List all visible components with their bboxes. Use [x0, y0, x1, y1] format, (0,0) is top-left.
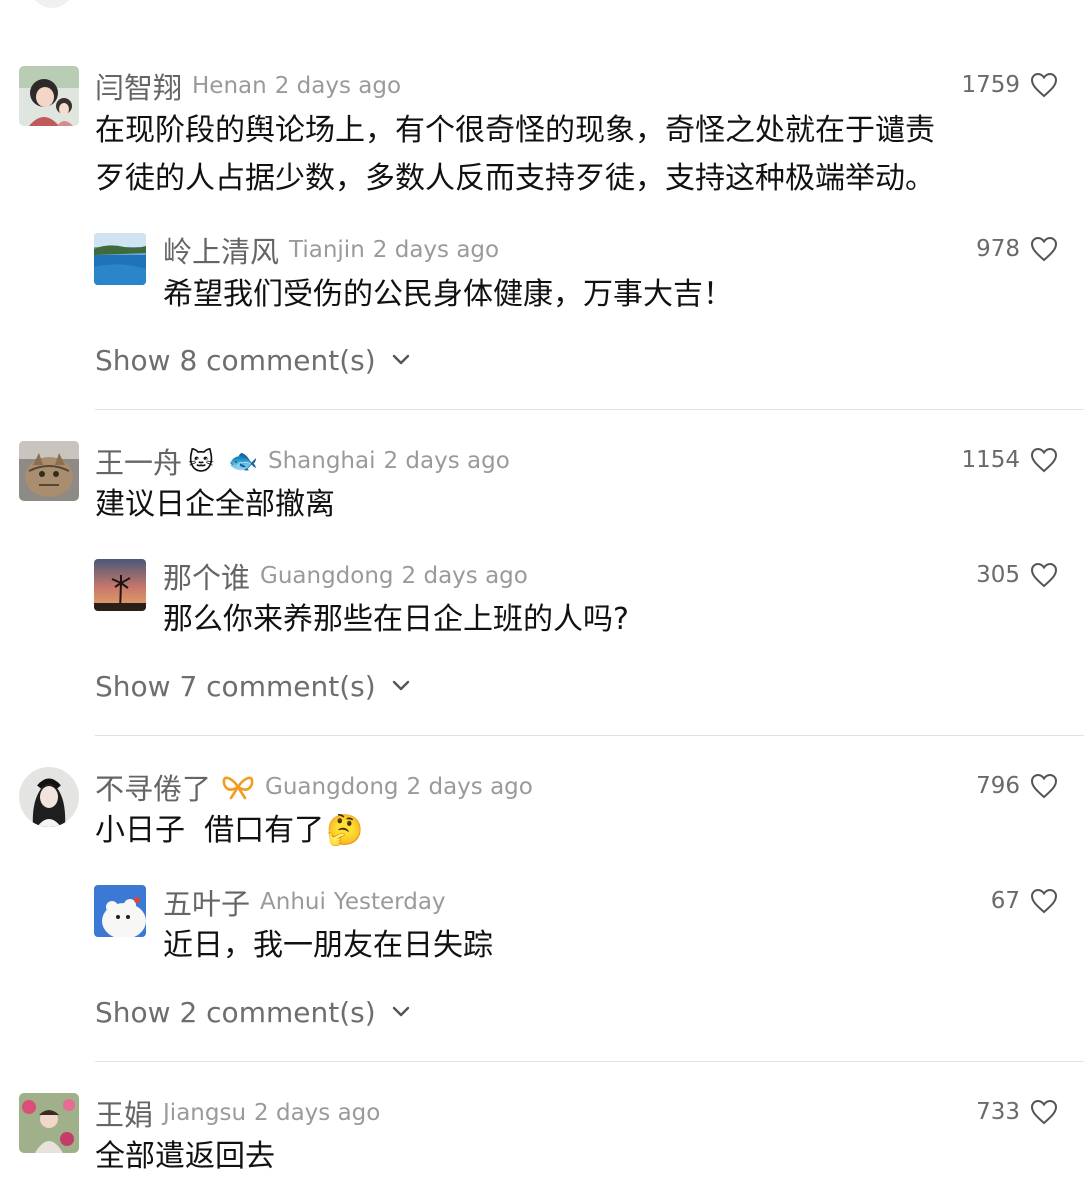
fish-badge-icon: 🐟: [228, 447, 258, 475]
heart-outline-icon: [1030, 447, 1058, 473]
comment-text-line: 建议日企全部撤离: [95, 487, 335, 522]
comment-header: 王一舟 🐱 🐟 Shanghai 2 days ago: [95, 442, 510, 480]
avatar[interactable]: [19, 767, 79, 827]
reply-avatar[interactable]: [94, 233, 146, 285]
username[interactable]: 不寻倦了: [95, 766, 211, 808]
heart-outline-icon: [1030, 1099, 1058, 1125]
like-button[interactable]: 305: [976, 562, 1058, 588]
location: Henan: [192, 73, 267, 99]
heart-outline-icon: [1030, 236, 1058, 262]
location: Guangdong: [260, 563, 394, 589]
timestamp: Yesterday: [333, 889, 446, 915]
reply-text: 那么你来养那些在日企上班的人吗?: [163, 602, 629, 637]
like-button[interactable]: 67: [991, 888, 1058, 914]
comment-header: 闫智翔 Henan 2 days ago: [95, 67, 401, 105]
chevron-down-icon: [392, 354, 409, 365]
show-more-label: Show 2 comment(s): [95, 995, 376, 1029]
like-count: 1154: [961, 447, 1020, 473]
heart-outline-icon: [1030, 562, 1058, 588]
divider: [95, 1061, 1084, 1062]
cat-badge-icon: 🐱: [188, 446, 215, 476]
timestamp: 2 days ago: [383, 448, 510, 474]
comment-text: 全部遣返回去: [95, 1133, 275, 1181]
reply-avatar[interactable]: [94, 559, 146, 611]
location: Jiangsu: [163, 1100, 247, 1126]
like-button[interactable]: 978: [976, 236, 1058, 262]
timestamp: 2 days ago: [372, 237, 500, 263]
heart-outline-icon: [1030, 773, 1058, 799]
like-button[interactable]: 1154: [961, 447, 1058, 473]
timestamp: 2 days ago: [406, 774, 533, 800]
reply-header: 五叶子 Anhui Yesterday: [163, 883, 446, 921]
avatar[interactable]: [19, 1093, 79, 1153]
username[interactable]: 王一舟: [95, 440, 182, 482]
username[interactable]: 那个谁: [163, 555, 250, 597]
reply-text: 希望我们受伤的公民身体健康，万事大吉！: [163, 277, 733, 312]
location: Guangdong: [265, 774, 399, 800]
like-button[interactable]: 796: [976, 773, 1058, 799]
reply-header: 那个谁 Guangdong 2 days ago: [163, 557, 528, 595]
heart-outline-icon: [1030, 72, 1058, 98]
comment-text: 建议日企全部撤离: [95, 481, 335, 529]
reply-text: 近日，我一朋友在日失踪: [163, 928, 493, 963]
like-count: 305: [976, 562, 1020, 588]
show-more-comments-button[interactable]: Show 7 comment(s): [95, 666, 410, 706]
previous-comment-avatar-edge: [30, 0, 74, 8]
like-button[interactable]: 733: [976, 1099, 1058, 1125]
like-count: 67: [990, 888, 1020, 914]
comment-text-line: 歹徒的人占据少数，多数人反而支持歹徒，支持这种极端举动。: [95, 161, 935, 196]
divider: [95, 735, 1084, 736]
comment-header: 不寻倦了 Guangdong 2 days ago: [95, 768, 533, 806]
like-count: 733: [976, 1099, 1020, 1125]
location: Tianjin: [289, 237, 365, 263]
username[interactable]: 五叶子: [163, 881, 250, 923]
avatar[interactable]: [19, 66, 79, 126]
timestamp: 2 days ago: [254, 1100, 381, 1126]
thinking-face-icon: 🤔: [326, 813, 364, 848]
reply-header: 岭上清风 Tianjin 2 days ago: [163, 231, 499, 269]
comment-text: 小日子 借口有了 🤔: [95, 807, 363, 855]
location: Anhui: [260, 889, 326, 915]
divider: [95, 409, 1084, 410]
like-button[interactable]: 1759: [961, 72, 1058, 98]
reply-avatar[interactable]: [94, 885, 146, 937]
comment-text-line: 全部遣返回去: [95, 1139, 275, 1174]
username[interactable]: 闫智翔: [95, 65, 182, 107]
ribbon-badge-icon: [222, 776, 254, 800]
show-more-label: Show 7 comment(s): [95, 669, 376, 703]
show-more-comments-button[interactable]: Show 2 comment(s): [95, 992, 410, 1032]
like-count: 1759: [961, 72, 1020, 98]
username[interactable]: 王娟: [95, 1092, 153, 1134]
like-count: 978: [976, 236, 1020, 262]
heart-outline-icon: [1030, 888, 1058, 914]
comment-text-line: 在现阶段的舆论场上，有个很奇怪的现象，奇怪之处就在于谴责: [95, 113, 935, 148]
comment-header: 王娟 Jiangsu 2 days ago: [95, 1094, 380, 1132]
username[interactable]: 岭上清风: [163, 229, 279, 271]
chevron-down-icon: [392, 680, 409, 691]
comment-text-line: 小日子 借口有了: [95, 813, 325, 848]
timestamp: 2 days ago: [401, 563, 528, 589]
chevron-down-icon: [392, 1006, 409, 1017]
show-more-label: Show 8 comment(s): [95, 343, 376, 377]
location: Shanghai: [267, 448, 376, 474]
show-more-comments-button[interactable]: Show 8 comment(s): [95, 340, 410, 380]
like-count: 796: [976, 773, 1020, 799]
comment-text: 在现阶段的舆论场上，有个很奇怪的现象，奇怪之处就在于谴责 歹徒的人占据少数，多数…: [95, 107, 935, 203]
timestamp: 2 days ago: [274, 73, 402, 99]
avatar[interactable]: [19, 441, 79, 501]
